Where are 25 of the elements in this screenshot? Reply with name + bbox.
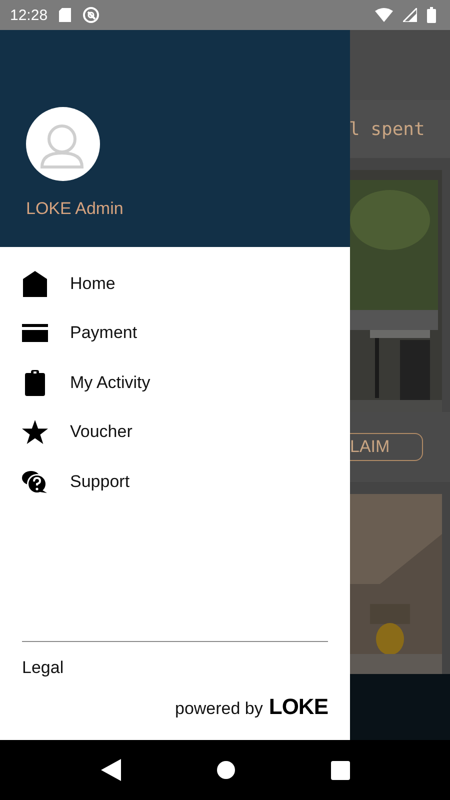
credit-card-icon (22, 324, 48, 342)
battery-icon (427, 7, 436, 23)
home-button-icon[interactable] (216, 760, 236, 780)
menu-item[interactable]: My Activity (0, 358, 350, 408)
brand-logo: LOKE (268, 694, 328, 720)
star-icon (22, 420, 48, 445)
clipboard-icon (22, 370, 48, 396)
menu-item[interactable]: Payment (0, 308, 350, 358)
status-time: 12:28 (10, 6, 48, 24)
powered-by-text: powered by (174, 699, 263, 719)
legal-link[interactable]: Legal (22, 658, 64, 678)
home-icon (22, 270, 48, 297)
user-name: LOKE Admin (26, 199, 124, 219)
back-icon[interactable] (100, 759, 120, 781)
menu-item[interactable]: Home (0, 259, 350, 308)
menu-item[interactable]: Support (0, 457, 350, 506)
signal-icon (403, 8, 417, 22)
card-text: l spent (350, 118, 425, 140)
menu-item[interactable]: Voucher (0, 408, 350, 457)
wifi-icon (375, 8, 393, 22)
recents-icon[interactable] (330, 760, 350, 780)
sd-card-icon (58, 7, 72, 23)
avatar-icon (26, 107, 100, 181)
help-chat-icon (22, 470, 48, 494)
sync-icon (82, 6, 100, 24)
